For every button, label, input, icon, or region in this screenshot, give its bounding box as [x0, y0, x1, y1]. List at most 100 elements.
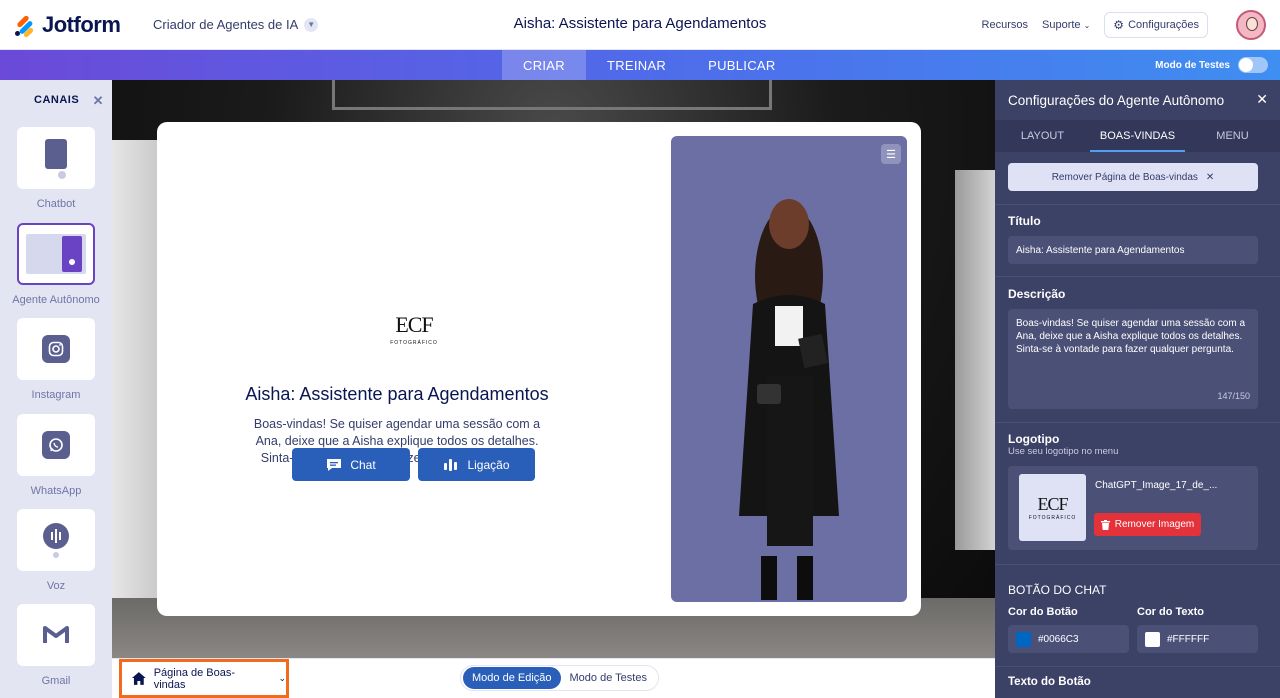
sidebar-item-agente-autonomo[interactable]: Agente Autônomo — [0, 223, 112, 306]
page-selector-label: Página de Boas-vindas — [153, 666, 236, 691]
text-color-label: Cor do Texto — [1137, 606, 1205, 618]
tab-publicar[interactable]: PUBLICAR — [687, 50, 796, 80]
tab-layout[interactable]: LAYOUT — [995, 120, 1090, 152]
chevron-down-icon: ▼ — [304, 17, 319, 32]
sidebar-item-chatbot[interactable]: Chatbot — [0, 127, 112, 210]
divider — [995, 276, 1280, 277]
gear-icon: ⚙ — [1113, 18, 1125, 32]
divider — [995, 564, 1280, 565]
test-mode-control: Modo de Testes — [1155, 57, 1268, 73]
preview-canvas: ECF FOTOGRÁFICO Aisha: Assistente para A… — [112, 80, 995, 658]
sidebar-item-label: WhatsApp — [30, 485, 82, 497]
description-text: Boas-vindas! Se quiser agendar uma sessã… — [1016, 318, 1246, 355]
logo-field-label: Logotipo — [1008, 432, 1060, 446]
chat-icon — [327, 458, 342, 471]
settings-button[interactable]: ⚙ Configurações — [1104, 12, 1208, 38]
button-color-swatch — [1016, 631, 1031, 647]
logo-field-hint: Use seu logotipo no menu — [1008, 446, 1119, 457]
sidebar-item-label: Gmail — [41, 675, 71, 687]
sidebar-item-label: Instagram — [31, 389, 81, 401]
channels-sidebar: CANAIS ✕ Chatbot Agente Autônomo Instagr… — [0, 80, 112, 698]
close-icon: ✕ — [1205, 171, 1215, 183]
logo-upload-box: ECF FOTOGRÁFICO ChatGPT_Image_17_de_... … — [1008, 466, 1258, 550]
instagram-icon — [42, 335, 70, 363]
background-light — [955, 170, 995, 550]
background-light — [112, 140, 162, 600]
edit-mode-option[interactable]: Modo de Edição — [463, 667, 561, 689]
tab-boas-vindas[interactable]: BOAS-VINDAS — [1090, 120, 1185, 152]
standalone-agent-icon — [26, 234, 86, 274]
settings-label: Configurações — [1128, 19, 1199, 31]
description-char-count: 147/150 — [1217, 391, 1250, 401]
divider — [995, 666, 1280, 667]
sidebar-item-label: Chatbot — [36, 198, 76, 210]
description-field-label: Descrição — [1008, 287, 1066, 301]
tab-menu[interactable]: MENU — [1185, 120, 1280, 152]
sidebar-item-gmail[interactable]: Gmail — [0, 604, 112, 687]
agent-figure — [739, 199, 839, 600]
jotform-logo[interactable]: Jotform — [13, 12, 121, 39]
sidebar-title: CANAIS — [34, 94, 80, 106]
home-icon — [132, 672, 146, 685]
close-icon[interactable]: ✕ — [1256, 91, 1268, 108]
brand-name: Jotform — [42, 12, 121, 37]
button-text-label: Texto do Botão — [1008, 676, 1091, 688]
title-field-label: Título — [1008, 214, 1041, 228]
description-textarea[interactable]: Boas-vindas! Se quiser agendar uma sessã… — [1008, 309, 1258, 409]
test-mode-label: Modo de Testes — [1155, 59, 1230, 71]
logo-text: ECF — [395, 312, 433, 337]
logo-subtext: FOTOGRÁFICO — [390, 340, 438, 346]
remove-welcome-page-button[interactable]: Remover Página de Boas-vindas ✕ — [1008, 163, 1258, 191]
button-color-label: Cor do Botão — [1008, 606, 1078, 618]
title-input[interactable]: Aisha: Assistente para Agendamentos — [1008, 236, 1258, 264]
test-mode-option[interactable]: Modo de Testes — [561, 667, 656, 689]
gmail-icon — [43, 626, 69, 643]
text-color-value: #FFFFFF — [1167, 633, 1210, 645]
divider — [995, 422, 1280, 423]
call-wave-icon — [444, 458, 458, 471]
agent-avatar-image: ☰ — [671, 136, 907, 602]
jotform-logo-icon — [13, 14, 36, 39]
tab-treinar[interactable]: TREINAR — [586, 50, 687, 80]
text-color-picker[interactable]: #FFFFFF — [1137, 625, 1258, 653]
preview-title: Aisha: Assistente para Agendamentos — [245, 384, 549, 404]
background-truss — [332, 80, 772, 110]
page-selector-dropdown[interactable]: Página de Boas-vindas ⌄ — [119, 659, 289, 698]
bottom-bar: Página de Boas-vindas ⌄ Modo de Edição M… — [112, 658, 995, 698]
hamburger-menu-icon[interactable]: ☰ — [881, 144, 901, 164]
support-link[interactable]: Suporte ⌄ — [1042, 19, 1090, 31]
remove-image-button[interactable]: Remover Imagem — [1094, 513, 1201, 536]
agent-title[interactable]: Aisha: Assistente para Agendamentos — [514, 15, 767, 32]
preview-logo: ECF FOTOGRÁFICO — [389, 312, 439, 346]
chatbot-icon — [45, 139, 67, 179]
logo-filename: ChatGPT_Image_17_de_... — [1095, 480, 1218, 491]
call-button[interactable]: Ligação — [418, 448, 535, 481]
chevron-down-icon: ⌄ — [278, 673, 286, 683]
mode-switch: Modo de Edição Modo de Testes — [460, 665, 659, 691]
chat-button[interactable]: Chat — [292, 448, 410, 481]
resources-link[interactable]: Recursos — [982, 19, 1028, 31]
button-color-value: #0066C3 — [1038, 633, 1079, 645]
close-icon[interactable]: ✕ — [93, 93, 104, 109]
welcome-page-card: ECF FOTOGRÁFICO Aisha: Assistente para A… — [157, 122, 921, 616]
agent-settings-panel: Configurações do Agente Autônomo ✕ LAYOU… — [995, 80, 1280, 698]
button-color-picker[interactable]: #0066C3 — [1008, 625, 1129, 653]
user-avatar[interactable] — [1236, 10, 1266, 40]
sidebar-item-whatsapp[interactable]: WhatsApp — [0, 414, 112, 497]
top-bar: Jotform Criador de Agentes de IA ▼ Aisha… — [0, 0, 1280, 50]
remove-welcome-page-label: Remover Página de Boas-vindas — [1051, 171, 1198, 183]
sidebar-item-voz[interactable]: Voz — [0, 509, 112, 592]
main-nav: CRIAR TREINAR PUBLICAR Modo de Testes — [0, 50, 1280, 80]
trash-icon — [1100, 519, 1110, 530]
divider — [995, 204, 1280, 205]
test-mode-toggle[interactable] — [1238, 57, 1268, 73]
sidebar-item-instagram[interactable]: Instagram — [0, 318, 112, 401]
tab-criar[interactable]: CRIAR — [502, 50, 586, 80]
support-label: Suporte — [1042, 19, 1081, 31]
sidebar-item-label: Voz — [46, 580, 66, 592]
remove-image-label: Remover Imagem — [1114, 519, 1195, 530]
voice-icon — [43, 523, 69, 558]
logo-thumbnail-subtext: FOTOGRÁFICO — [1028, 515, 1077, 521]
product-switcher[interactable]: Criador de Agentes de IA ▼ — [153, 17, 319, 32]
chat-button-label: Chat — [350, 457, 376, 472]
